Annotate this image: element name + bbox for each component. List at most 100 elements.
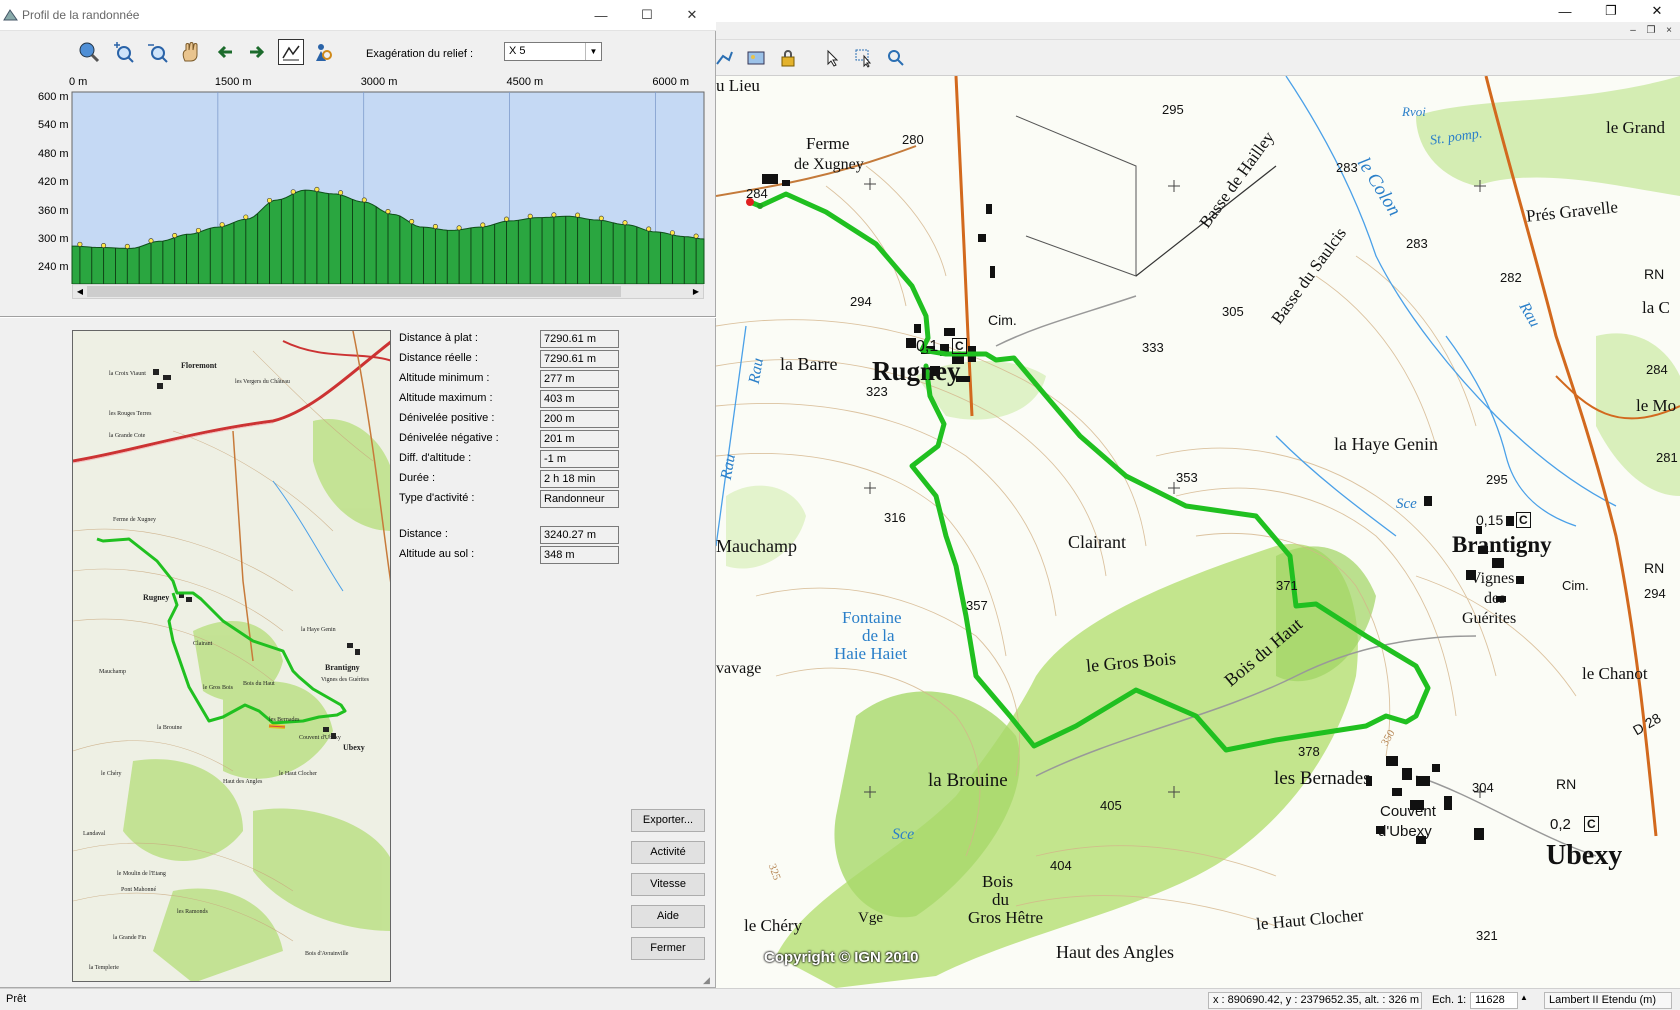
map-label: les Bernades — [1274, 768, 1371, 789]
zoom-out-icon[interactable] — [144, 39, 170, 65]
arrow-left-icon[interactable] — [212, 39, 238, 65]
help-button[interactable]: Aide — [631, 905, 705, 928]
y-tick-label: 240 m — [38, 261, 69, 274]
map-label: Bois — [982, 872, 1014, 891]
waypoint-dot[interactable] — [266, 197, 272, 203]
waypoint-dot[interactable] — [503, 216, 509, 222]
waypoint-dot[interactable] — [598, 215, 604, 221]
map-altitude: 404 — [1050, 858, 1072, 873]
pan-hand-icon[interactable] — [178, 39, 204, 65]
dialog-minimize-button[interactable]: — — [586, 4, 616, 26]
speed-button[interactable]: Vitesse — [631, 873, 705, 896]
dialog-separator — [0, 316, 716, 318]
stat-value-field: Randonneur — [540, 490, 619, 508]
mdi-restore-button[interactable]: ❐ — [1644, 24, 1658, 38]
map-altitude: 280 — [902, 132, 924, 147]
map-label: RN — [1644, 560, 1665, 576]
scale-spin-icon[interactable]: ▲ — [1520, 993, 1528, 1002]
minimap-label: la Grande Fin — [113, 935, 146, 941]
waypoint-dot[interactable] — [646, 226, 652, 232]
scroll-left-icon[interactable]: ◀ — [73, 285, 87, 298]
waypoint-dot[interactable] — [551, 212, 557, 218]
app-restore-button[interactable]: ❐ — [1588, 0, 1634, 22]
dialog-close-button[interactable]: ✕ — [677, 4, 707, 26]
scroll-right-icon[interactable]: ▶ — [689, 285, 703, 298]
relief-exaggeration-value: X 5 — [509, 45, 526, 57]
waypoint-dot[interactable] — [101, 243, 107, 249]
y-tick-label: 540 m — [38, 119, 69, 132]
waypoint-dot[interactable] — [195, 227, 201, 233]
map-label: Vge — [858, 910, 883, 926]
waypoint-dot[interactable] — [669, 230, 675, 236]
waypoint-dot[interactable] — [172, 233, 178, 239]
arrow-right-icon[interactable] — [244, 39, 270, 65]
waypoint-dot[interactable] — [409, 219, 415, 225]
zoom-pointer-icon[interactable] — [884, 46, 908, 70]
waypoint-dot[interactable] — [456, 225, 462, 231]
stat-value-field: 403 m — [540, 390, 619, 408]
elevation-profile-chart[interactable]: 0 m 1500 m 3000 m 4500 m 6000 m 600 m 540 m 48… — [0, 74, 716, 314]
app-minimize-button[interactable]: — — [1542, 0, 1588, 22]
pointer-icon[interactable] — [820, 46, 844, 70]
topographic-map-view[interactable]: u Lieu Ferme de Xugney Rugney 0,1 C Cim.… — [716, 76, 1680, 988]
map-label: RN — [1556, 776, 1577, 792]
waypoint-dot[interactable] — [480, 222, 486, 228]
profile-mode-icon[interactable] — [278, 39, 304, 65]
map-altitude: 284 — [746, 186, 768, 201]
y-tick-label: 480 m — [38, 147, 69, 160]
waypoint-dot[interactable] — [527, 213, 533, 219]
waypoint-dot[interactable] — [148, 238, 154, 244]
scrollbar-thumb[interactable] — [87, 286, 621, 297]
minimap-label: Pont Mahonné — [121, 887, 157, 893]
close-button[interactable]: Fermer — [631, 937, 705, 960]
waypoint-dot[interactable] — [385, 208, 391, 214]
map-label: Rvoi — [1402, 104, 1426, 119]
map-label: le Mo — [1636, 396, 1677, 415]
map-label: le Grand — [1606, 118, 1666, 137]
waypoint-dot[interactable] — [124, 243, 130, 249]
activity-button[interactable]: Activité — [631, 841, 705, 864]
stat-row: Durée : 2 h 18 min — [399, 470, 649, 488]
scale-input[interactable]: 11628 — [1470, 992, 1518, 1009]
zoom-in-icon[interactable] — [110, 39, 136, 65]
hike-profile-dialog: Profil de la randonnée — ☐ ✕ Exagération… — [0, 0, 716, 988]
route-overview-minimap[interactable]: Floremont les Vergers du Château la Croi… — [72, 330, 391, 982]
dialog-titlebar[interactable]: Profil de la randonnée — ☐ ✕ — [0, 0, 716, 31]
minimap-label: Ubexy — [343, 743, 365, 752]
minimap-label: les Bernades — [269, 717, 300, 723]
select-rect-icon[interactable] — [852, 46, 876, 70]
waypoint-dot[interactable] — [432, 224, 438, 230]
map-label-ubexy: Ubexy — [1546, 840, 1623, 871]
waypoint-dot[interactable] — [622, 220, 628, 226]
waypoint-dot[interactable] — [338, 190, 344, 196]
map-altitude: 295 — [1162, 102, 1184, 117]
waypoint-dot[interactable] — [361, 197, 367, 203]
mdi-close-button[interactable]: × — [1662, 24, 1676, 38]
stat-row: Type d'activité : Randonneur — [399, 490, 649, 508]
stat-row: Altitude maximum : 403 m — [399, 390, 649, 408]
waypoint-dot[interactable] — [219, 222, 225, 228]
lock-icon[interactable] — [776, 46, 800, 70]
globe-zoom-icon[interactable] — [76, 39, 102, 65]
waypoint-dot[interactable] — [77, 241, 83, 247]
map-label: C — [1584, 816, 1599, 832]
profile-horizontal-scrollbar[interactable]: ◀ ▶ — [72, 284, 704, 299]
mdi-minimize-button[interactable]: – — [1626, 24, 1640, 38]
app-close-button[interactable]: ✕ — [1634, 0, 1680, 22]
chevron-down-icon[interactable]: ▼ — [585, 43, 601, 60]
map-label: vavage — [716, 660, 762, 677]
resize-grip-icon[interactable]: ◢ — [703, 975, 713, 985]
waypoint-dot[interactable] — [243, 214, 249, 220]
export-button[interactable]: Exporter... — [631, 809, 705, 832]
status-projection[interactable]: Lambert II Etendu (m) — [1544, 992, 1672, 1009]
relief-exaggeration-select[interactable]: X 5 ▼ — [504, 42, 602, 61]
search-person-icon[interactable] — [310, 39, 336, 65]
waypoint-dot[interactable] — [575, 212, 581, 218]
image-icon[interactable] — [744, 46, 768, 70]
waypoint-dot[interactable] — [693, 233, 699, 239]
minimap-label: Bois du Haut — [243, 681, 275, 687]
waypoint-dot[interactable] — [314, 186, 320, 192]
waypoint-dot[interactable] — [290, 189, 296, 195]
map-label-rugney: Rugney — [872, 356, 961, 386]
dialog-maximize-button[interactable]: ☐ — [632, 4, 662, 26]
